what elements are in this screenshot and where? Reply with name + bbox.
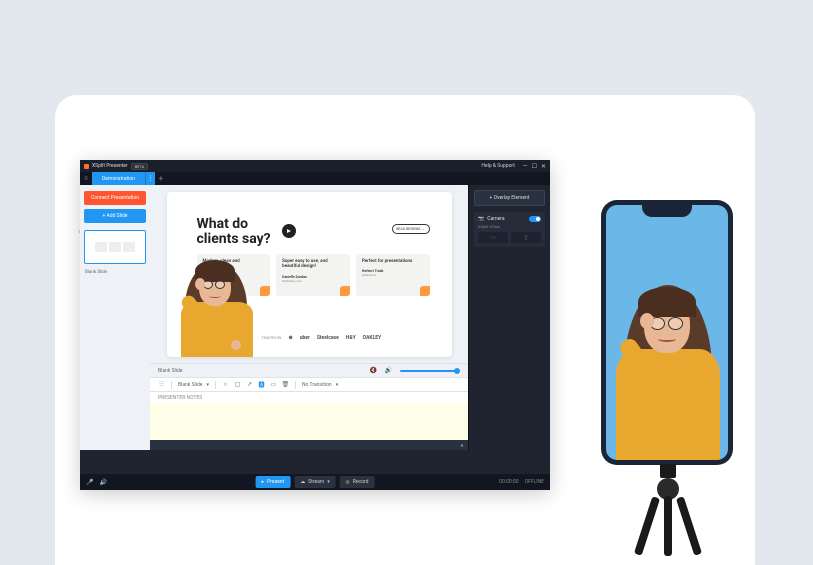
presenter-notes-body[interactable]: [150, 403, 468, 440]
overlay-element-button[interactable]: + Overlay Element: [474, 190, 545, 206]
presenter-overlay-person: [167, 242, 272, 357]
speaker-icon[interactable]: 🔊: [99, 479, 106, 486]
menu-icon[interactable]: ≡: [80, 175, 92, 182]
phone-mockup: [601, 200, 733, 465]
app-title: XSplit Presenter: [92, 163, 128, 169]
testimonial-card: Perfect for presentations Herbert Trask …: [356, 254, 430, 296]
titlebar: XSplit Presenter BETA Help & Support — ☐…: [80, 160, 550, 172]
tab-add-button[interactable]: +: [155, 174, 167, 183]
camera-icon: 📷: [478, 216, 484, 222]
mic-icon[interactable]: 🎤: [86, 479, 93, 486]
collapse-bar[interactable]: ◂: [150, 440, 468, 450]
app-logo-icon: [84, 164, 89, 169]
bottom-bar: 🎤 🔊 ▸Present ☁Stream▾ Record 00:00:00 OF…: [80, 474, 550, 490]
camera-section: 📷 Camera XSplit VCam ▭ ▯: [474, 212, 545, 247]
slide-content: What doclients say? READ REVIEWS → Moder…: [167, 192, 452, 357]
tab-menu-button[interactable]: ⋮: [145, 172, 155, 185]
trusted-by-row: TRUSTED BY ⊛ uber Steelcase H&Y OAKLEY: [262, 335, 430, 341]
presenter-notes-header: PRESENTER NOTES: [150, 391, 468, 403]
stream-button[interactable]: ☁Stream▾: [294, 476, 336, 488]
tripod: [623, 464, 713, 546]
shape-square-icon[interactable]: ▢: [234, 381, 241, 388]
reviews-button: READ REVIEWS →: [392, 224, 430, 234]
toolbar-row: ☰ Blank Slide▾ ○ ▢ ↗ 🅰 ▭ 🗑 No Transition…: [150, 377, 468, 391]
play-icon: [282, 224, 296, 238]
tab-bar: ≡ Demonstration ⋮ +: [80, 172, 550, 185]
layout-dropdown[interactable]: Blank Slide▾: [178, 382, 209, 388]
right-panel: + Overlay Element 📷 Camera XSplit VCam ▭…: [468, 185, 550, 450]
close-button[interactable]: ✕: [541, 163, 546, 170]
shape-line-icon[interactable]: ↗: [246, 381, 253, 388]
slide-canvas[interactable]: What doclients say? READ REVIEWS → Moder…: [150, 185, 468, 363]
slide-controls-row: Blank Slide 🔇 🔊: [150, 363, 468, 377]
help-link[interactable]: Help & Support: [481, 163, 514, 169]
tab-active[interactable]: Demonstration: [92, 172, 145, 185]
slide-thumbnail[interactable]: [84, 230, 146, 264]
slides-sidebar: Connect Presentation + Add Slide 1 Blank…: [80, 185, 150, 450]
camera-layout-2-button[interactable]: ▯: [511, 232, 541, 243]
camera-layout-1-button[interactable]: ▭: [478, 232, 508, 243]
delete-icon[interactable]: 🗑: [282, 381, 289, 388]
image-tool-icon[interactable]: ▭: [270, 381, 277, 388]
volume-slider[interactable]: [400, 370, 460, 372]
camera-title: Camera: [487, 216, 504, 222]
beta-badge: BETA: [131, 163, 149, 170]
camera-toggle[interactable]: [529, 216, 541, 222]
connect-presentation-button[interactable]: Connect Presentation: [84, 191, 146, 205]
shape-circle-icon[interactable]: ○: [222, 381, 229, 388]
camera-source-label: XSplit VCam: [478, 224, 541, 229]
text-tool-icon[interactable]: 🅰: [258, 381, 265, 388]
mute-icon[interactable]: 🔇: [370, 367, 377, 374]
status-label: OFFLINE: [525, 479, 544, 485]
volume-icon[interactable]: 🔊: [385, 367, 392, 374]
slide-thumbnail-label: Blank Slide: [80, 270, 107, 275]
app-window: XSplit Presenter BETA Help & Support — ☐…: [80, 160, 550, 490]
slide-number: 1: [78, 229, 80, 234]
list-icon[interactable]: ☰: [158, 381, 165, 388]
timer: 00:00:00: [499, 479, 518, 485]
present-button[interactable]: ▸Present: [256, 476, 291, 488]
record-button[interactable]: Record: [340, 476, 375, 488]
minimize-button[interactable]: —: [523, 163, 528, 170]
maximize-button[interactable]: ☐: [532, 163, 537, 170]
camera-preview-person: [606, 265, 728, 460]
slide-name-label: Blank Slide: [158, 368, 182, 374]
testimonial-card: Super easy to use, and beautiful design!…: [276, 254, 350, 296]
transition-dropdown[interactable]: No Transition▾: [302, 382, 338, 388]
add-slide-button[interactable]: + Add Slide: [84, 209, 146, 223]
